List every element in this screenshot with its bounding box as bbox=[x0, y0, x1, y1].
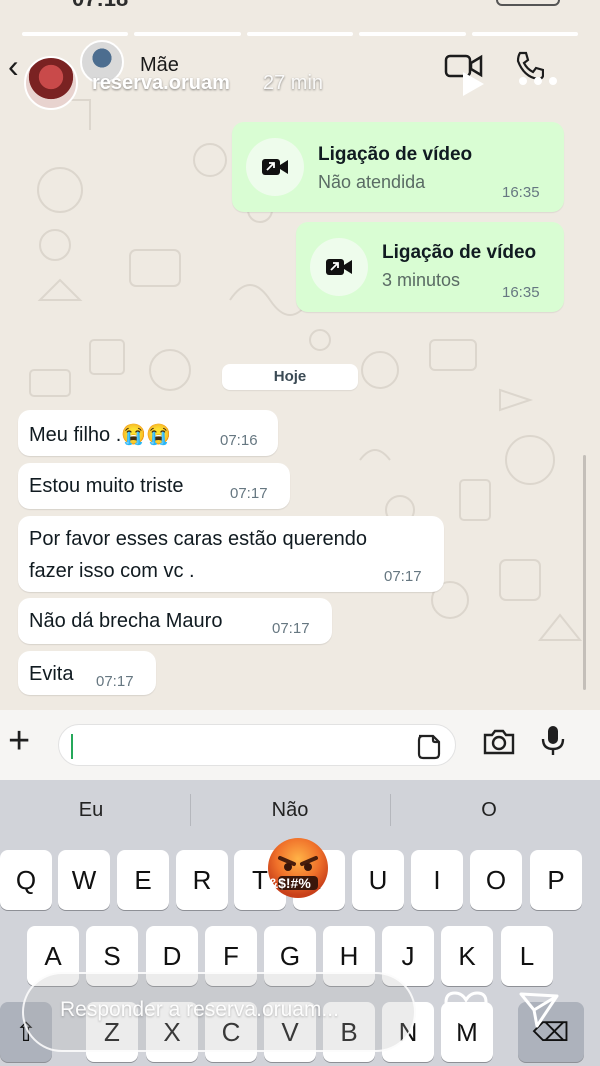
microphone-icon[interactable] bbox=[540, 724, 566, 758]
message-text: Estou muito triste bbox=[29, 475, 184, 497]
video-call-bubble-missed[interactable]: Ligação de vídeo Não atendida 16:35 bbox=[232, 122, 564, 212]
sticker-icon[interactable] bbox=[415, 734, 441, 760]
message-bubble[interactable]: Por favor esses caras estão querendo faz… bbox=[18, 516, 444, 592]
status-time: 07:18 bbox=[72, 0, 128, 12]
suggestion-bar: Eu Não O bbox=[0, 780, 600, 840]
message-text: Evita bbox=[29, 663, 74, 685]
video-call-bubble-answered[interactable]: Ligação de vídeo 3 minutos 16:35 bbox=[296, 222, 564, 312]
story-username[interactable]: reserva.oruam bbox=[92, 72, 230, 95]
suggestion-item[interactable]: O bbox=[389, 780, 589, 840]
story-viewer: 07:18 ◠ ‹ Mãe reserva.oruam 27 min Ligaç… bbox=[0, 0, 600, 1066]
message-input[interactable] bbox=[58, 724, 456, 766]
text-caret bbox=[71, 734, 73, 759]
play-icon[interactable] bbox=[460, 70, 486, 98]
message-text-line-2: fazer isso com vc . bbox=[29, 560, 195, 582]
message-composer: + bbox=[0, 710, 600, 780]
key-p[interactable]: P bbox=[530, 850, 582, 910]
story-posted-ago: 27 min bbox=[263, 72, 324, 94]
key-i[interactable]: I bbox=[411, 850, 463, 910]
key-w[interactable]: W bbox=[58, 850, 110, 910]
message-bubble[interactable]: Evita 07:17 bbox=[18, 651, 156, 695]
heart-icon[interactable] bbox=[444, 990, 488, 1030]
message-bubble[interactable]: Estou muito triste 07:17 bbox=[18, 463, 290, 509]
suggestion-item[interactable]: Não bbox=[190, 780, 390, 840]
video-call-icon bbox=[310, 238, 368, 296]
message-time: 07:17 bbox=[272, 620, 310, 637]
key-u[interactable]: U bbox=[352, 850, 404, 910]
story-progress-segment bbox=[22, 32, 129, 36]
camera-icon[interactable] bbox=[482, 728, 516, 756]
call-duration: 3 minutos bbox=[382, 270, 461, 290]
key-o[interactable]: O bbox=[470, 850, 522, 910]
day-divider: Hoje bbox=[222, 364, 358, 390]
sticker-symbols: &$!#% bbox=[268, 875, 311, 891]
story-progress-segment bbox=[359, 32, 466, 36]
call-time: 16:35 bbox=[502, 284, 540, 301]
more-options-icon[interactable] bbox=[518, 76, 558, 86]
contact-avatar[interactable] bbox=[24, 56, 78, 110]
message-text: Não dá brecha Mauro bbox=[29, 610, 223, 632]
send-icon[interactable] bbox=[518, 990, 560, 1030]
call-title: Ligação de vídeo bbox=[382, 242, 537, 263]
story-progress bbox=[22, 32, 579, 36]
message-time: 07:16 bbox=[220, 432, 258, 449]
story-reply-placeholder: Responder a reserva.oruam... bbox=[60, 998, 339, 1021]
video-call-icon bbox=[246, 138, 304, 196]
attach-plus-icon[interactable]: + bbox=[8, 720, 30, 763]
key-r[interactable]: R bbox=[176, 850, 228, 910]
message-text: Meu filho .😭😭 bbox=[29, 424, 172, 446]
message-time: 07:17 bbox=[384, 568, 422, 585]
suggestion-item[interactable]: Eu bbox=[0, 780, 191, 840]
message-text-line-1: Por favor esses caras estão querendo bbox=[29, 528, 367, 550]
call-time: 16:35 bbox=[502, 184, 540, 201]
story-progress-segment bbox=[134, 32, 241, 36]
key-l[interactable]: L bbox=[501, 926, 553, 986]
story-progress-segment bbox=[471, 32, 579, 36]
message-time: 07:17 bbox=[230, 485, 268, 502]
message-bubble[interactable]: Não dá brecha Mauro 07:17 bbox=[18, 598, 332, 644]
call-title: Ligação de vídeo bbox=[318, 144, 473, 165]
key-q[interactable]: Q bbox=[0, 850, 52, 910]
wifi-icon: ◠ bbox=[456, 0, 472, 7]
story-progress-segment bbox=[246, 32, 354, 36]
message-bubble[interactable]: Meu filho .😭😭 07:16 bbox=[18, 410, 278, 456]
call-status: Não atendida bbox=[318, 172, 426, 192]
key-k[interactable]: K bbox=[441, 926, 493, 986]
status-bar: 07:18 ◠ bbox=[0, 0, 600, 14]
chat-scrollbar[interactable] bbox=[583, 455, 586, 690]
key-e[interactable]: E bbox=[117, 850, 169, 910]
story-reply-input[interactable]: Responder a reserva.oruam... bbox=[22, 972, 416, 1052]
back-icon[interactable]: ‹ bbox=[8, 48, 19, 85]
message-time: 07:17 bbox=[96, 673, 134, 690]
battery-icon bbox=[496, 0, 560, 6]
